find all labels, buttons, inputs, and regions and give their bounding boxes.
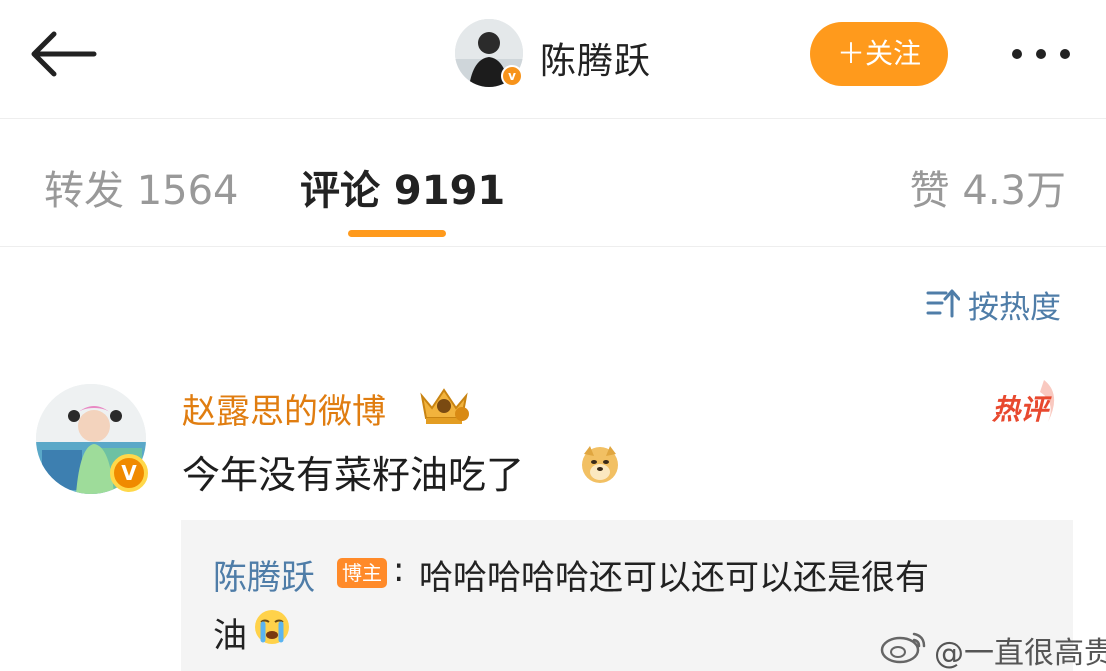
reply-author-name[interactable]: 陈腾跃: [213, 550, 315, 599]
follow-button[interactable]: ＋关注: [810, 22, 948, 86]
commenter-name[interactable]: 赵露思的微博: [182, 384, 386, 433]
reply-text: 哈哈哈哈哈还可以还可以还是很有: [419, 558, 929, 598]
doge-emoji-icon: [582, 446, 618, 483]
more-dots-icon: [1012, 49, 1022, 59]
sort-label: 按热度: [968, 290, 1061, 326]
verified-badge: V: [110, 454, 148, 492]
top-bar: v 陈腾跃 ＋关注: [0, 0, 1106, 118]
weibo-logo-icon: [880, 632, 926, 664]
hot-comment-badge: 热评: [990, 374, 1066, 430]
crying-emoji-icon: [255, 610, 289, 644]
divider: [0, 246, 1106, 247]
back-button[interactable]: [28, 26, 98, 82]
verified-badge: v: [501, 65, 523, 87]
comment-text: 今年没有菜籽油吃了: [182, 453, 525, 497]
reply-colon: :: [393, 550, 405, 590]
active-tab-indicator: [348, 230, 446, 237]
tab-comments[interactable]: 评论 9191: [300, 158, 505, 216]
sort-icon: [926, 289, 960, 318]
tab-likes[interactable]: 赞 4.3万: [910, 158, 1066, 216]
reply-text-line2: 油: [213, 616, 247, 656]
tab-repost[interactable]: 转发 1564: [44, 158, 239, 216]
weibo-comment-page: v 陈腾跃 ＋关注 转发 1564 评论 9191 赞 4.3万 按热度 V 赵…: [0, 0, 1106, 671]
divider: [0, 118, 1106, 119]
author-name[interactable]: 陈腾跃: [540, 32, 651, 84]
crown-vip-icon: [420, 388, 469, 424]
more-button[interactable]: [1006, 30, 1076, 76]
commenter-avatar[interactable]: V: [36, 384, 148, 494]
back-arrow-icon: [31, 31, 97, 77]
author-badge: 博主: [337, 558, 387, 588]
author-avatar[interactable]: v: [455, 19, 523, 87]
